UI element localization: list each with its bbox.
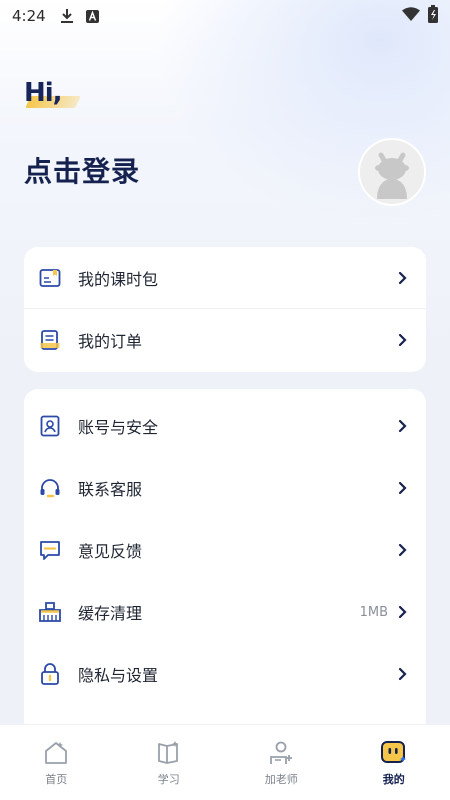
broom-icon [38, 600, 62, 624]
headset-icon [38, 476, 62, 500]
book-icon [155, 739, 183, 767]
menu-item-label: 隐私与设置 [78, 666, 159, 685]
tab-label: 学习 [157, 773, 180, 786]
menu-card-orders: 我的课时包 我的订单 [24, 247, 426, 372]
tab-mine[interactable]: 我的 [354, 739, 434, 787]
chevron-right-icon [398, 667, 410, 681]
battery-icon [428, 5, 438, 27]
cache-size-value: 1MB [359, 604, 388, 620]
menu-item-label: 缓存清理 [78, 604, 143, 623]
bottom-tab-bar: 首页 学习 加老师 我的 [0, 724, 450, 800]
account-icon [38, 414, 62, 438]
feedback-icon [38, 538, 62, 562]
add-teacher-icon [267, 739, 295, 767]
tab-label: 我的 [382, 773, 405, 786]
tab-label: 加老师 [264, 773, 298, 786]
font-a-icon [85, 9, 99, 23]
menu-item-label: 我的订单 [78, 332, 143, 351]
chevron-right-icon [398, 333, 410, 347]
chevron-right-icon [398, 271, 410, 285]
order-icon [38, 328, 62, 352]
status-right [402, 5, 438, 27]
menu-item-label: 联系客服 [78, 480, 143, 499]
download-icon [60, 8, 74, 24]
menu-item-orders[interactable]: 我的订单 [24, 309, 426, 371]
menu-item-cache-clear[interactable]: 缓存清理 1MB [24, 581, 426, 643]
tab-label: 首页 [45, 773, 68, 786]
greeting: Hi, [24, 78, 63, 108]
home-icon [42, 739, 70, 767]
menu-item-label: 意见反馈 [78, 542, 143, 561]
menu-card-settings: 账号与安全 联系客服 意见反馈 缓存清理 1MB 隐私与设置 [24, 389, 426, 734]
login-prompt[interactable]: 点击登录 [24, 150, 140, 190]
menu-item-feedback[interactable]: 意见反馈 [24, 519, 426, 581]
chevron-right-icon [398, 419, 410, 433]
wifi-icon [402, 7, 420, 25]
menu-item-customer-service[interactable]: 联系客服 [24, 457, 426, 519]
lesson-package-icon [38, 266, 62, 290]
lock-icon [38, 662, 62, 686]
tab-add-teacher[interactable]: 加老师 [241, 739, 321, 787]
menu-item-lesson-package[interactable]: 我的课时包 [24, 247, 426, 309]
status-time: 4:24 [12, 7, 46, 25]
menu-item-privacy-settings[interactable]: 隐私与设置 [24, 643, 426, 705]
menu-item-label: 账号与安全 [78, 418, 159, 437]
tab-home[interactable]: 首页 [16, 739, 96, 787]
chevron-right-icon [398, 605, 410, 619]
avatar[interactable] [358, 138, 426, 206]
profile-icon [380, 739, 408, 767]
chevron-right-icon [398, 543, 410, 557]
tab-study[interactable]: 学习 [129, 739, 209, 787]
menu-item-account-security[interactable]: 账号与安全 [24, 395, 426, 457]
status-bar: 4:24 [0, 0, 450, 32]
chevron-right-icon [398, 481, 410, 495]
menu-item-label: 我的课时包 [78, 270, 159, 289]
default-avatar-icon [375, 152, 409, 199]
